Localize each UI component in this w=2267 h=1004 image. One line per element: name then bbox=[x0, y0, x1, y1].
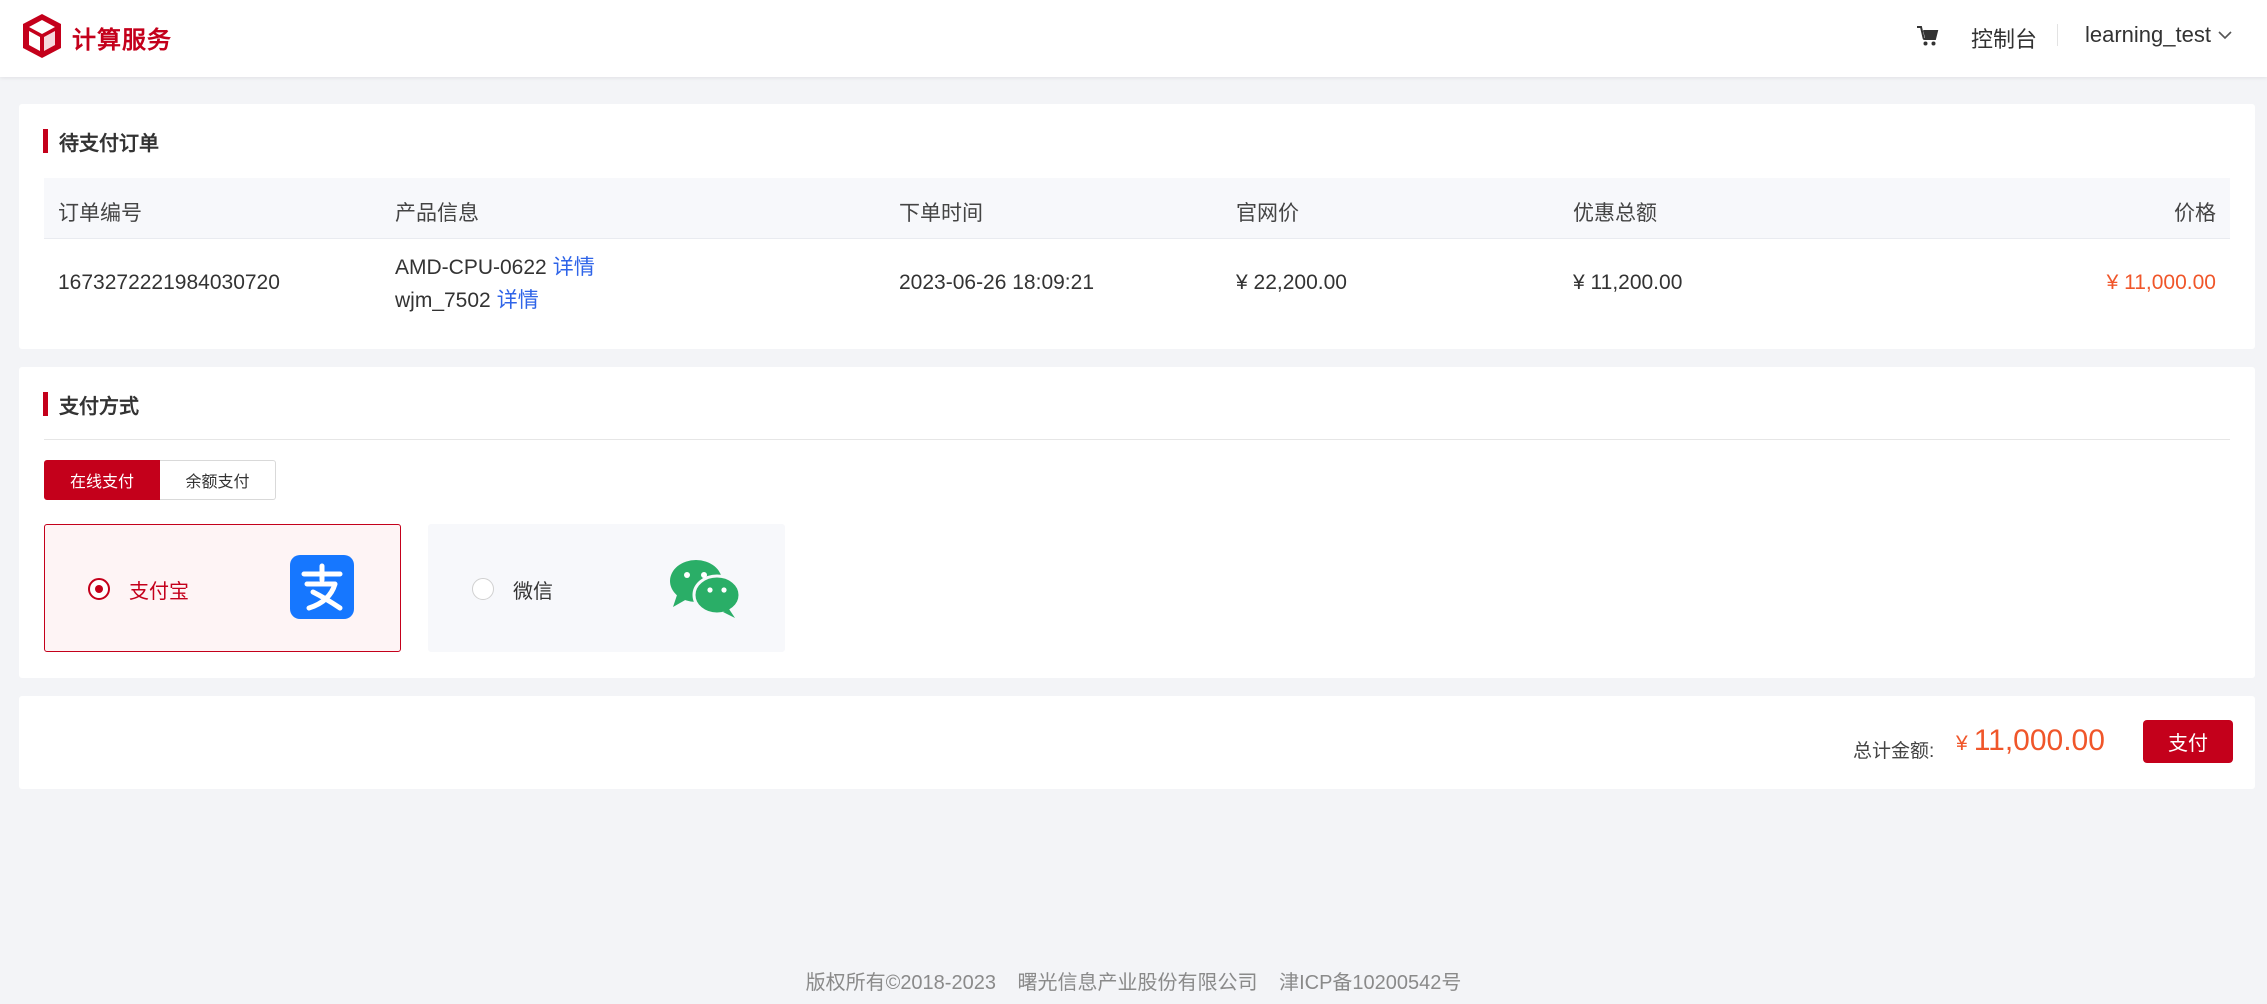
wechat-radio[interactable] bbox=[472, 578, 494, 600]
payment-method-title: 支付方式 bbox=[59, 395, 139, 418]
col-order-id: 订单编号 bbox=[58, 202, 142, 225]
alipay-option[interactable]: 支付宝 bbox=[44, 524, 401, 652]
footer-company: 曙光信息产业股份有限公司 bbox=[1017, 972, 1258, 994]
col-price: 价格 bbox=[2174, 202, 2216, 225]
cube-logo-icon[interactable] bbox=[20, 12, 64, 60]
order-price: ¥ 11,000.00 bbox=[2106, 271, 2216, 294]
product-detail-link[interactable]: 详情 bbox=[553, 256, 595, 279]
product-name: AMD-CPU-0622 bbox=[395, 256, 547, 279]
total-amount-value: 11,000.00 bbox=[1973, 724, 2105, 757]
total-label: 总计金额: bbox=[1853, 741, 1935, 762]
footer-icp[interactable]: 津ICP备10200542号 bbox=[1279, 972, 1461, 994]
alipay-label: 支付宝 bbox=[129, 581, 189, 603]
brand-name[interactable]: 计算服务 bbox=[72, 20, 172, 55]
total-amount: ¥11,000.00 bbox=[1956, 724, 2105, 758]
col-list-price: 官网价 bbox=[1236, 202, 1299, 225]
pending-order-card: 待支付订单 订单编号 产品信息 下单时间 官网价 优惠总额 价格 1673272… bbox=[19, 104, 2255, 349]
header-divider bbox=[2057, 24, 2058, 46]
alipay-icon bbox=[290, 555, 354, 619]
col-product-info: 产品信息 bbox=[395, 202, 479, 225]
product-name: wjm_7502 bbox=[395, 289, 491, 312]
discount-total: ¥ 11,200.00 bbox=[1573, 271, 1683, 294]
payment-tabs: 在线支付 余额支付 bbox=[44, 460, 276, 500]
product-item: AMD-CPU-0622 详情 bbox=[395, 251, 595, 281]
tab-balance-payment[interactable]: 余额支付 bbox=[160, 460, 276, 500]
section-title: 待支付订单 bbox=[43, 128, 159, 155]
section-accent-bar bbox=[43, 129, 48, 153]
top-navbar: 计算服务 控制台 learning_test bbox=[0, 0, 2267, 77]
currency-symbol: ¥ bbox=[1956, 732, 1968, 755]
total-card: 总计金额: ¥11,000.00 支付 bbox=[19, 696, 2255, 789]
console-link[interactable]: 控制台 bbox=[1971, 22, 2037, 54]
footer-copyright: 版权所有©2018-2023 bbox=[805, 972, 996, 994]
wechat-icon bbox=[670, 560, 742, 618]
col-discount: 优惠总额 bbox=[1573, 202, 1657, 225]
order-id: 1673272221984030720 bbox=[58, 271, 280, 294]
table-header: 订单编号 产品信息 下单时间 官网价 优惠总额 价格 bbox=[44, 178, 2230, 239]
product-item: wjm_7502 详情 bbox=[395, 284, 539, 314]
order-table: 订单编号 产品信息 下单时间 官网价 优惠总额 价格 1673272221984… bbox=[44, 178, 2230, 329]
tab-online-payment[interactable]: 在线支付 bbox=[44, 460, 160, 500]
product-detail-link[interactable]: 详情 bbox=[497, 289, 539, 312]
cart-icon[interactable] bbox=[1916, 24, 1940, 48]
divider bbox=[44, 439, 2230, 440]
wechat-label: 微信 bbox=[513, 581, 553, 603]
pending-order-title: 待支付订单 bbox=[59, 132, 159, 155]
list-price: ¥ 22,200.00 bbox=[1236, 271, 1347, 294]
col-order-time: 下单时间 bbox=[899, 202, 983, 225]
chevron-down-icon[interactable] bbox=[2217, 29, 2233, 41]
table-row: 1673272221984030720 AMD-CPU-0622 详情 wjm_7… bbox=[44, 239, 2230, 329]
payment-method-card: 支付方式 在线支付 余额支付 支付宝 微信 bbox=[19, 367, 2255, 678]
section-title: 支付方式 bbox=[43, 391, 139, 418]
order-time: 2023-06-26 18:09:21 bbox=[899, 271, 1094, 294]
section-accent-bar bbox=[43, 392, 48, 416]
user-menu[interactable]: learning_test bbox=[2085, 22, 2211, 48]
alipay-radio[interactable] bbox=[88, 578, 110, 600]
footer: 版权所有©2018-2023 曙光信息产业股份有限公司 津ICP备1020054… bbox=[0, 966, 2267, 995]
pay-button[interactable]: 支付 bbox=[2143, 720, 2233, 763]
wechat-option[interactable]: 微信 bbox=[428, 524, 785, 652]
